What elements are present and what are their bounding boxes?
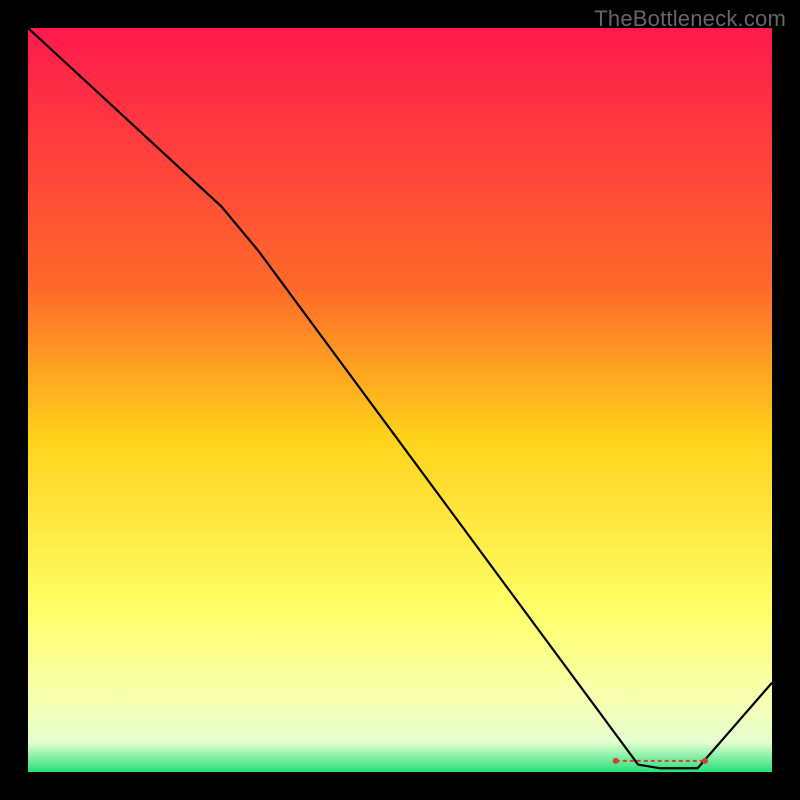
marker-dot-icon: [702, 758, 708, 764]
chart-svg: [28, 28, 772, 772]
plot-area: [28, 28, 772, 772]
gradient-background: [28, 28, 772, 772]
chart-container: TheBottleneck.com: [0, 0, 800, 800]
